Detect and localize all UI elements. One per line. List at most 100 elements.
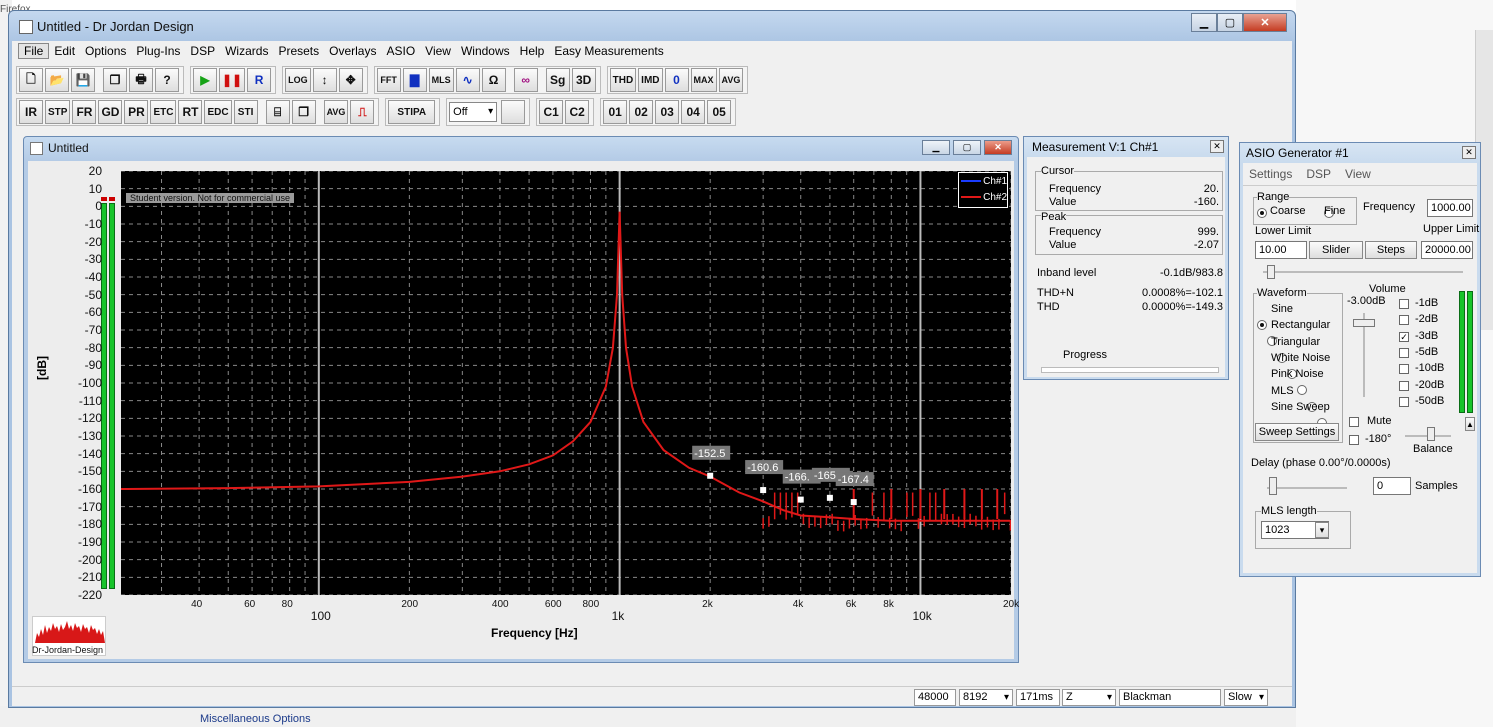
open-folder-icon[interactable]: 📂 xyxy=(45,68,69,92)
preset-04-button[interactable]: 04 xyxy=(681,100,706,124)
volume-checkbox-minus-5dB[interactable] xyxy=(1399,347,1409,358)
close-button[interactable]: ✕ xyxy=(1243,13,1287,32)
minimize-button[interactable]: ▁ xyxy=(1191,13,1217,32)
plot-close-button[interactable]: ✕ xyxy=(984,140,1012,155)
menu-options[interactable]: Options xyxy=(80,44,131,58)
asio-menu-view[interactable]: View xyxy=(1345,167,1371,181)
menu-help[interactable]: Help xyxy=(515,44,550,58)
menu-asio[interactable]: ASIO xyxy=(381,44,420,58)
play-button[interactable]: ▶ xyxy=(193,68,217,92)
copy-icon[interactable]: ❐ xyxy=(103,68,127,92)
upper-limit-input[interactable]: 20000.00 xyxy=(1421,241,1473,259)
menu-overlays[interactable]: Overlays xyxy=(324,44,381,58)
save-disk-icon[interactable]: 💾 xyxy=(71,68,95,92)
polar-pattern-icon[interactable]: ∞ xyxy=(513,68,538,92)
menu-dsp[interactable]: DSP xyxy=(185,44,220,58)
invert-checkbox[interactable] xyxy=(1349,435,1359,445)
impedance-omega-icon[interactable]: Ω xyxy=(481,68,506,92)
volume-checkbox-minus-3dB[interactable]: ✓ xyxy=(1399,331,1409,342)
meter-spin-button[interactable]: ▲ xyxy=(1465,417,1475,431)
asio-close-button[interactable]: ✕ xyxy=(1462,146,1476,159)
ir-button[interactable]: IR xyxy=(19,100,43,124)
fr-button[interactable]: FR xyxy=(72,100,97,124)
print-icon[interactable]: 🖶 xyxy=(129,68,153,92)
waveform-icon[interactable]: ∿ xyxy=(455,68,480,92)
volume-slider-thumb[interactable] xyxy=(1353,319,1375,327)
spectrum-bars-icon[interactable]: ▇ xyxy=(402,68,427,92)
sti-button[interactable]: STI xyxy=(233,100,258,124)
plot-minimize-button[interactable]: ▁ xyxy=(922,140,950,155)
record-button[interactable]: R xyxy=(247,68,272,92)
fft-button[interactable]: FFT xyxy=(376,68,401,92)
avg-button[interactable]: AVG xyxy=(323,100,349,124)
mute-checkbox[interactable] xyxy=(1349,417,1359,427)
select-apply-button[interactable] xyxy=(501,100,526,124)
sweep-settings-button[interactable]: Sweep Settings xyxy=(1255,423,1339,441)
stp-button[interactable]: STP xyxy=(45,100,71,124)
menu-presets[interactable]: Presets xyxy=(273,44,324,58)
menu-view[interactable]: View xyxy=(420,44,456,58)
preset-01-button[interactable]: 01 xyxy=(603,100,628,124)
window-function-field[interactable]: Blackman xyxy=(1119,689,1221,706)
volume-checkbox-minus-2dB[interactable] xyxy=(1399,315,1409,326)
etc-button[interactable]: ETC xyxy=(150,100,177,124)
step-response-icon[interactable]: ⎍ xyxy=(350,100,375,124)
coarse-radio[interactable] xyxy=(1257,208,1267,218)
windows-icon[interactable]: ❐ xyxy=(291,100,316,124)
help-icon[interactable]: ? xyxy=(155,68,179,92)
rt-button[interactable]: RT xyxy=(178,100,203,124)
lower-limit-input[interactable]: 10.00 xyxy=(1255,241,1307,259)
preset-03-button[interactable]: 03 xyxy=(655,100,680,124)
menu-windows[interactable]: Windows xyxy=(456,44,515,58)
slider-button[interactable]: Slider xyxy=(1309,241,1363,259)
measurement-close-button[interactable]: ✕ xyxy=(1210,140,1224,153)
menu-plugins[interactable]: Plug-Ins xyxy=(131,44,185,58)
zero-button[interactable]: 0 xyxy=(664,68,689,92)
volume-checkbox-minus-20dB[interactable] xyxy=(1399,380,1409,391)
thd-button[interactable]: THD xyxy=(609,68,637,92)
move-icon[interactable]: ✥ xyxy=(338,68,363,92)
filter-icon[interactable]: ⌸ xyxy=(265,100,290,124)
mls-dropdown-chevron-icon[interactable]: ▾ xyxy=(1315,522,1329,538)
channel-c1-button[interactable]: C1 xyxy=(539,100,564,124)
imd-button[interactable]: IMD xyxy=(638,68,663,92)
pause-button[interactable]: ❚❚ xyxy=(219,68,246,92)
channel-c2-button[interactable]: C2 xyxy=(565,100,590,124)
preset-05-button[interactable]: 05 xyxy=(707,100,732,124)
speed-select[interactable]: Slow xyxy=(1224,689,1268,706)
steps-button[interactable]: Steps xyxy=(1365,241,1417,259)
menu-file[interactable]: File xyxy=(18,43,50,59)
delay-samples-input[interactable]: 0 xyxy=(1373,477,1411,495)
menu-easy-measurements[interactable]: Easy Measurements xyxy=(549,44,668,58)
waveform-radio-sine[interactable] xyxy=(1257,320,1267,330)
volume-checkbox-minus-1dB[interactable] xyxy=(1399,299,1409,309)
stipa-button[interactable]: STIPA xyxy=(388,100,436,124)
vertical-zoom-icon[interactable]: ↕ xyxy=(312,68,337,92)
spectrum-plot[interactable]: -152.5 -160.6 -166. -165 -167.4 xyxy=(121,171,1011,595)
volume-checkbox-minus-10dB[interactable] xyxy=(1399,364,1409,375)
misc-options-tab[interactable]: Miscellaneous Options xyxy=(200,713,311,725)
preset-02-button[interactable]: 02 xyxy=(629,100,654,124)
balance-slider-thumb[interactable] xyxy=(1427,427,1435,441)
new-file-icon[interactable]: 🗋 xyxy=(19,68,43,92)
frequency-input[interactable]: 1000.00 xyxy=(1427,199,1473,217)
max-button[interactable]: MAX xyxy=(690,68,717,92)
fft-size-select[interactable]: 8192 xyxy=(959,689,1013,706)
mls-button[interactable]: MLS xyxy=(428,68,454,92)
menu-edit[interactable]: Edit xyxy=(49,44,80,58)
menu-wizards[interactable]: Wizards xyxy=(220,44,273,58)
3d-button[interactable]: 3D xyxy=(571,68,596,92)
zoom-select[interactable]: Z xyxy=(1062,689,1116,706)
frequency-slider-thumb[interactable] xyxy=(1267,265,1275,279)
gd-button[interactable]: GD xyxy=(98,100,123,124)
asio-menu-settings[interactable]: Settings xyxy=(1249,167,1292,181)
edc-button[interactable]: EDC xyxy=(204,100,232,124)
sg-button[interactable]: Sg xyxy=(545,68,570,92)
log-button[interactable]: LOG xyxy=(285,68,311,92)
avg-top-button[interactable]: AVG xyxy=(718,68,744,92)
plot-maximize-button[interactable]: ▢ xyxy=(953,140,981,155)
maximize-button[interactable]: ▢ xyxy=(1217,13,1243,32)
asio-menu-dsp[interactable]: DSP xyxy=(1306,167,1331,181)
off-select[interactable]: Off xyxy=(449,102,498,122)
delay-slider-thumb[interactable] xyxy=(1269,477,1277,495)
